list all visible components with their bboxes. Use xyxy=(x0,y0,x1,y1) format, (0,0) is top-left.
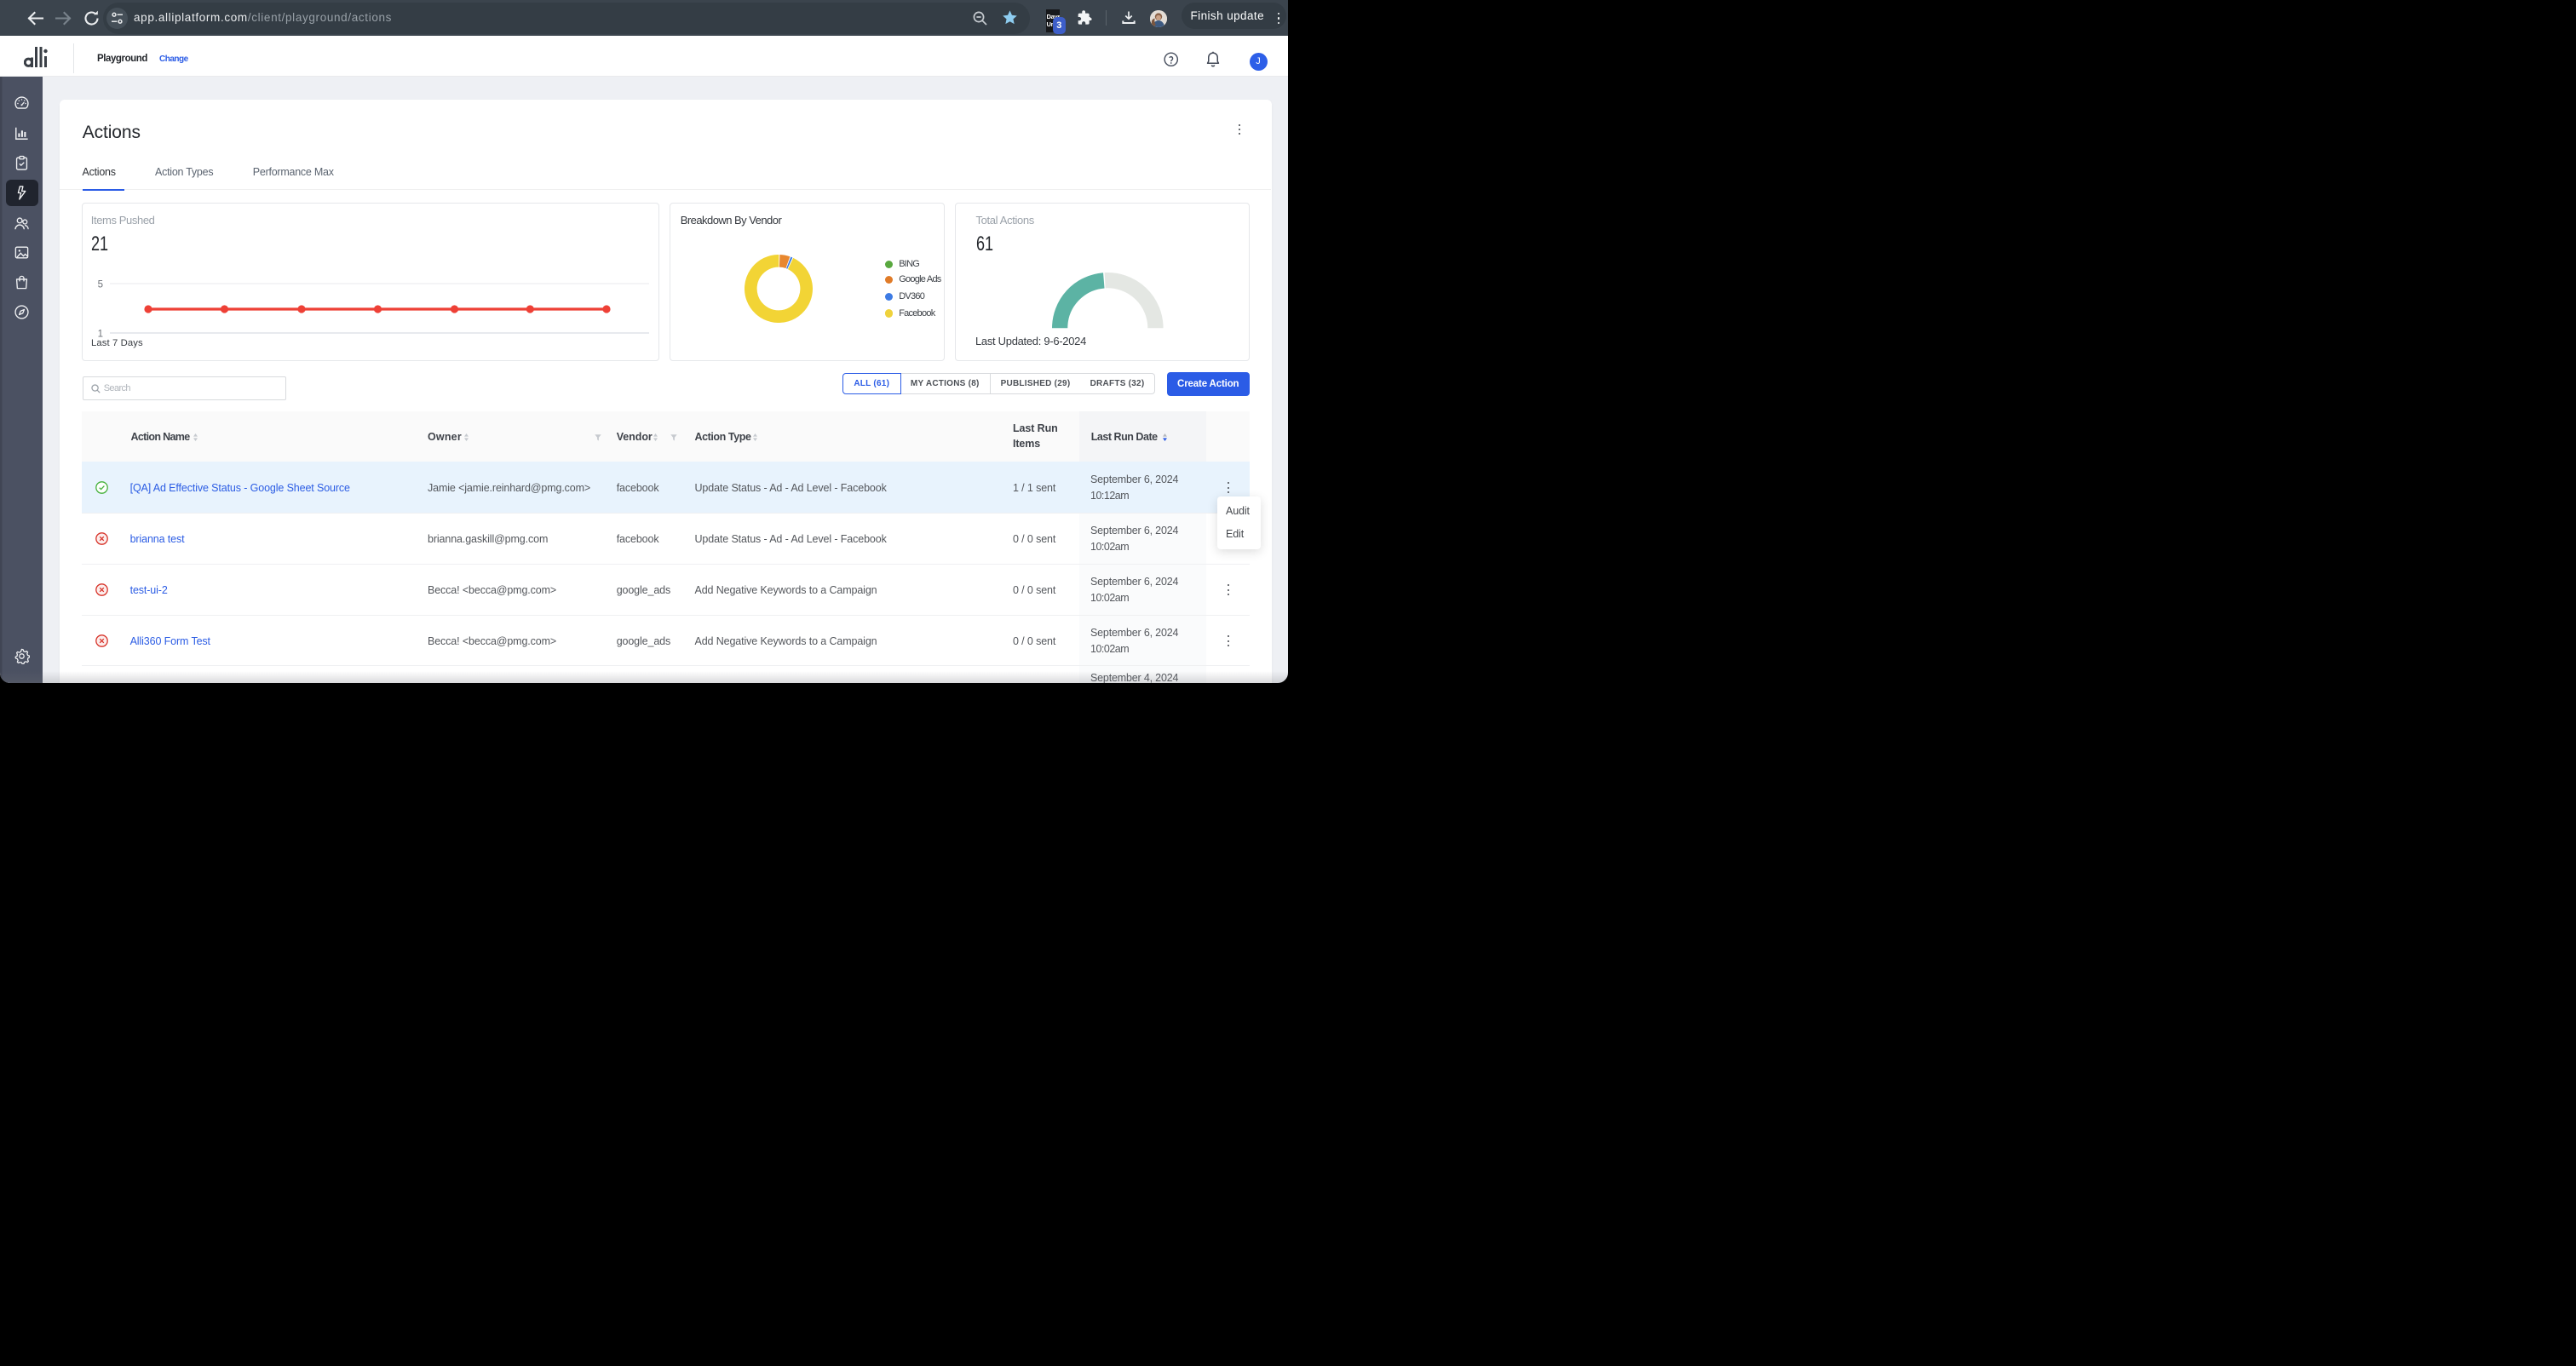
svg-text:5: 5 xyxy=(97,280,102,290)
